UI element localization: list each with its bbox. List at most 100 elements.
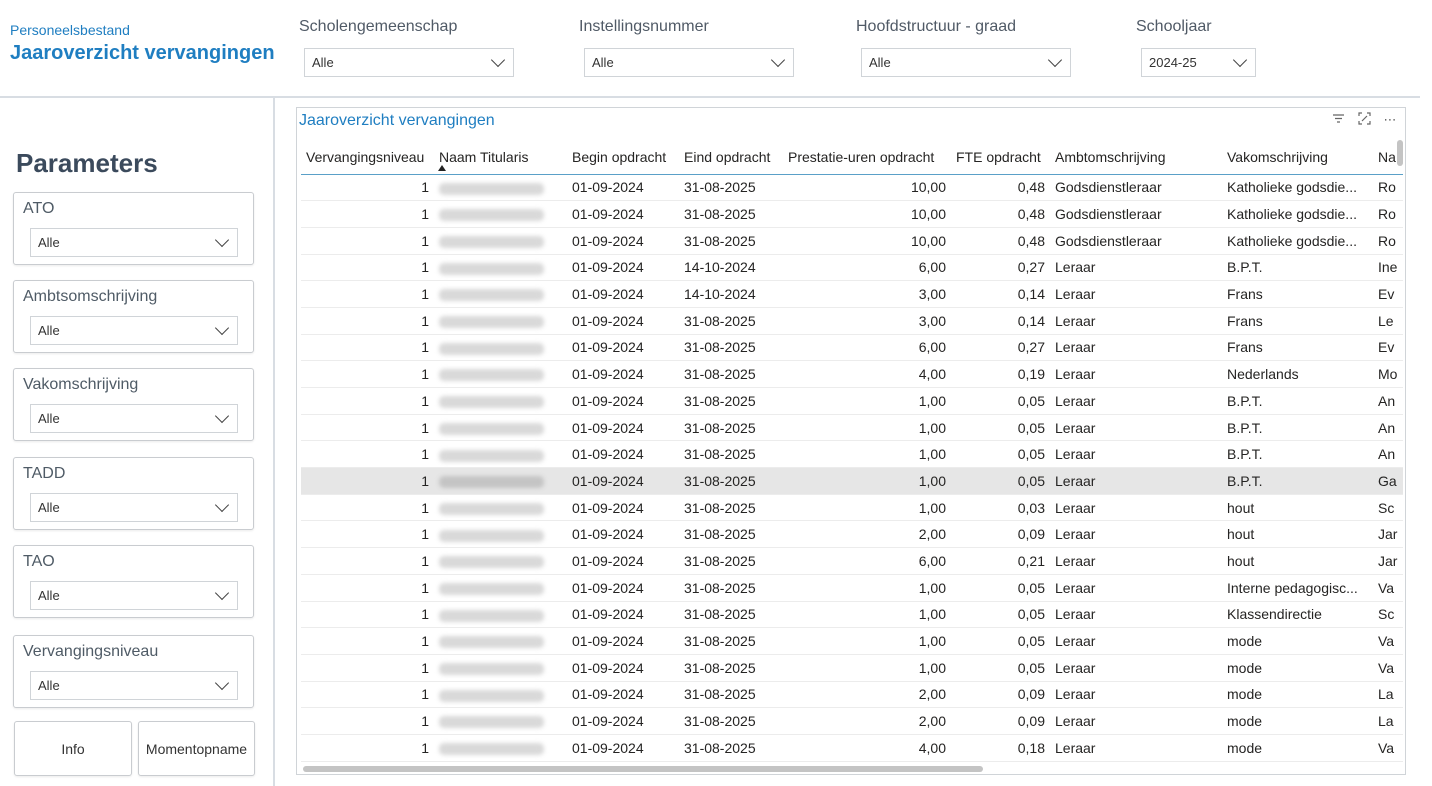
table-cell-redacted-name — [434, 734, 567, 762]
table-row[interactable]: 1 01-09-2024 31-08-2025 1,00 0,05 Leraar mode V… — [301, 654, 1403, 682]
column-header[interactable]: Prestatie-uren opdracht — [783, 140, 951, 175]
momentopname-button[interactable]: Momentopname — [138, 721, 255, 776]
param-label: Vervangingsniveau — [23, 643, 159, 660]
vakomschrijving-dropdown[interactable]: Alle — [30, 404, 238, 433]
table-row[interactable]: 1 01-09-2024 31-08-2025 2,00 0,09 Leraar mode L… — [301, 681, 1403, 709]
focus-mode-icon[interactable] — [1357, 112, 1371, 128]
table-cell: Sc — [1373, 601, 1403, 629]
tadd-dropdown[interactable]: Alle — [30, 493, 238, 522]
table-row[interactable]: 1 01-09-2024 31-08-2025 1,00 0,05 Leraar B.P.T… — [301, 387, 1403, 415]
hoofdstructuur-dropdown[interactable]: Alle — [861, 48, 1071, 77]
table-cell: 0,05 — [951, 467, 1050, 495]
ambtsomschrijving-dropdown[interactable]: Alle — [30, 316, 238, 345]
table-row[interactable]: 1 01-09-2024 31-08-2025 4,00 0,18 Leraar mode V… — [301, 734, 1403, 762]
schooljaar-dropdown[interactable]: 2024-25 — [1141, 48, 1256, 77]
table-row[interactable]: 1 01-09-2024 31-08-2025 2,00 0,09 Leraar mode L… — [301, 707, 1403, 735]
table-row[interactable]: 1 01-09-2024 31-08-2025 1,00 0,03 Leraar hout S… — [301, 494, 1403, 522]
table-row[interactable]: 1 01-09-2024 31-08-2025 10,00 0,48 Godsdienst… — [301, 200, 1403, 228]
redacted-name — [439, 449, 544, 462]
table-row[interactable]: 1 01-09-2024 31-08-2025 6,00 0,21 Leraar hout J… — [301, 547, 1403, 575]
table-cell-redacted-name — [434, 467, 567, 495]
chevron-down-icon — [214, 585, 230, 600]
replacements-table: Vervangingsniveau Naam Titularis Begin o… — [301, 140, 1403, 762]
redacted-name — [439, 582, 544, 595]
table-row[interactable]: 1 01-09-2024 31-08-2025 10,00 0,48 Godsdienst… — [301, 174, 1403, 202]
table-cell: Leraar — [1050, 467, 1222, 495]
table-row[interactable]: 1 01-09-2024 31-08-2025 2,00 0,09 Leraar hout J… — [301, 520, 1403, 549]
table-cell: Leraar — [1050, 707, 1222, 735]
instellingsnummer-dropdown[interactable]: Alle — [584, 48, 794, 77]
info-button[interactable]: Info — [14, 721, 132, 776]
table-cell: Jar — [1373, 547, 1403, 575]
table-row[interactable]: 1 01-09-2024 31-08-2025 1,00 0,05 Leraar B.P.T… — [301, 467, 1403, 495]
table-cell: 31-08-2025 — [679, 334, 783, 362]
table-cell: hout — [1222, 547, 1373, 575]
table-cell: 31-08-2025 — [679, 494, 783, 522]
table-cell: B.P.T. — [1222, 254, 1373, 282]
table-cell: Frans — [1222, 334, 1373, 362]
vertical-scrollbar[interactable] — [1397, 140, 1403, 166]
table-row[interactable]: 1 01-09-2024 31-08-2025 10,00 0,48 Godsdienst… — [301, 227, 1403, 255]
table-row[interactable]: 1 01-09-2024 31-08-2025 6,00 0,27 Leraar Frans… — [301, 334, 1403, 362]
table-cell: 1 — [301, 387, 434, 415]
table-cell: Va — [1373, 734, 1403, 762]
table-row[interactable]: 1 01-09-2024 31-08-2025 4,00 0,19 Leraar Neder… — [301, 360, 1403, 388]
table-cell: An — [1373, 387, 1403, 415]
table-row[interactable]: 1 01-09-2024 14-10-2024 3,00 0,14 Leraar Frans… — [301, 280, 1403, 308]
table-cell: 0,05 — [951, 654, 1050, 682]
table-row[interactable]: 1 01-09-2024 31-08-2025 1,00 0,05 Leraar mode V… — [301, 627, 1403, 655]
table-row[interactable]: 1 01-09-2024 31-08-2025 1,00 0,05 Leraar B.P.T… — [301, 440, 1403, 469]
column-header[interactable]: FTE opdracht — [951, 140, 1050, 175]
table-cell: 0,03 — [951, 494, 1050, 522]
table-cell-redacted-name — [434, 414, 567, 442]
table-cell: B.P.T. — [1222, 414, 1373, 442]
table-cell: 01-09-2024 — [567, 334, 679, 362]
table-cell: 1,00 — [783, 601, 951, 629]
scholengemeenschap-dropdown[interactable]: Alle — [304, 48, 514, 77]
more-options-icon[interactable]: ⋯ — [1383, 112, 1397, 128]
table-cell: 31-08-2025 — [679, 467, 783, 495]
table-cell: Leraar — [1050, 627, 1222, 655]
table-cell: hout — [1222, 494, 1373, 522]
table-cell: 0,09 — [951, 681, 1050, 709]
table-cell: Godsdienstleraar — [1050, 200, 1222, 228]
redacted-name — [439, 316, 544, 329]
table-cell: 2,00 — [783, 520, 951, 549]
filter-icon[interactable] — [1331, 112, 1345, 128]
table-cell: 1 — [301, 601, 434, 629]
table-cell: hout — [1222, 520, 1373, 549]
table-row[interactable]: 1 01-09-2024 31-08-2025 1,00 0,05 Leraar B.P.T… — [301, 414, 1403, 442]
chevron-down-icon — [1047, 52, 1063, 67]
table-cell: Ro — [1373, 227, 1403, 255]
dropdown-value: Alle — [592, 55, 614, 70]
vervangingsniveau-dropdown[interactable]: Alle — [30, 671, 238, 700]
chevron-down-icon — [490, 52, 506, 67]
ato-dropdown[interactable]: Alle — [30, 228, 238, 257]
table-cell: 01-09-2024 — [567, 387, 679, 415]
table-cell: Leraar — [1050, 387, 1222, 415]
redacted-name — [439, 502, 544, 515]
column-header-sorted[interactable]: Naam Titularis — [434, 140, 567, 175]
column-header[interactable]: Eind opdracht — [679, 140, 783, 175]
column-header[interactable]: Vervangingsniveau — [301, 140, 434, 175]
tao-dropdown[interactable]: Alle — [30, 581, 238, 610]
redacted-name — [439, 716, 544, 729]
dropdown-value: Alle — [38, 678, 60, 693]
table-row[interactable]: 1 01-09-2024 31-08-2025 3,00 0,14 Leraar Frans… — [301, 307, 1403, 335]
table-cell: 2,00 — [783, 707, 951, 735]
dropdown-value: Alle — [38, 411, 60, 426]
table-cell: Interne pedagogisc... — [1222, 574, 1373, 602]
table-row[interactable]: 1 01-09-2024 31-08-2025 1,00 0,05 Leraar Inter… — [301, 574, 1403, 602]
table-cell: 01-09-2024 — [567, 307, 679, 335]
table-cell: 2,00 — [783, 681, 951, 709]
horizontal-scrollbar[interactable] — [303, 766, 983, 772]
table-cell: 31-08-2025 — [679, 360, 783, 388]
column-header[interactable]: Begin opdracht — [567, 140, 679, 175]
redacted-name — [439, 663, 544, 676]
column-header[interactable]: Ambtomschrijving — [1050, 140, 1222, 175]
table-row[interactable]: 1 01-09-2024 31-08-2025 1,00 0,05 Leraar Klass… — [301, 601, 1403, 629]
column-header[interactable]: Vakomschrijving — [1222, 140, 1373, 175]
table-cell-redacted-name — [434, 547, 567, 575]
table-row[interactable]: 1 01-09-2024 14-10-2024 6,00 0,27 Leraar B.P.T… — [301, 254, 1403, 282]
table-cell: Nederlands — [1222, 360, 1373, 388]
